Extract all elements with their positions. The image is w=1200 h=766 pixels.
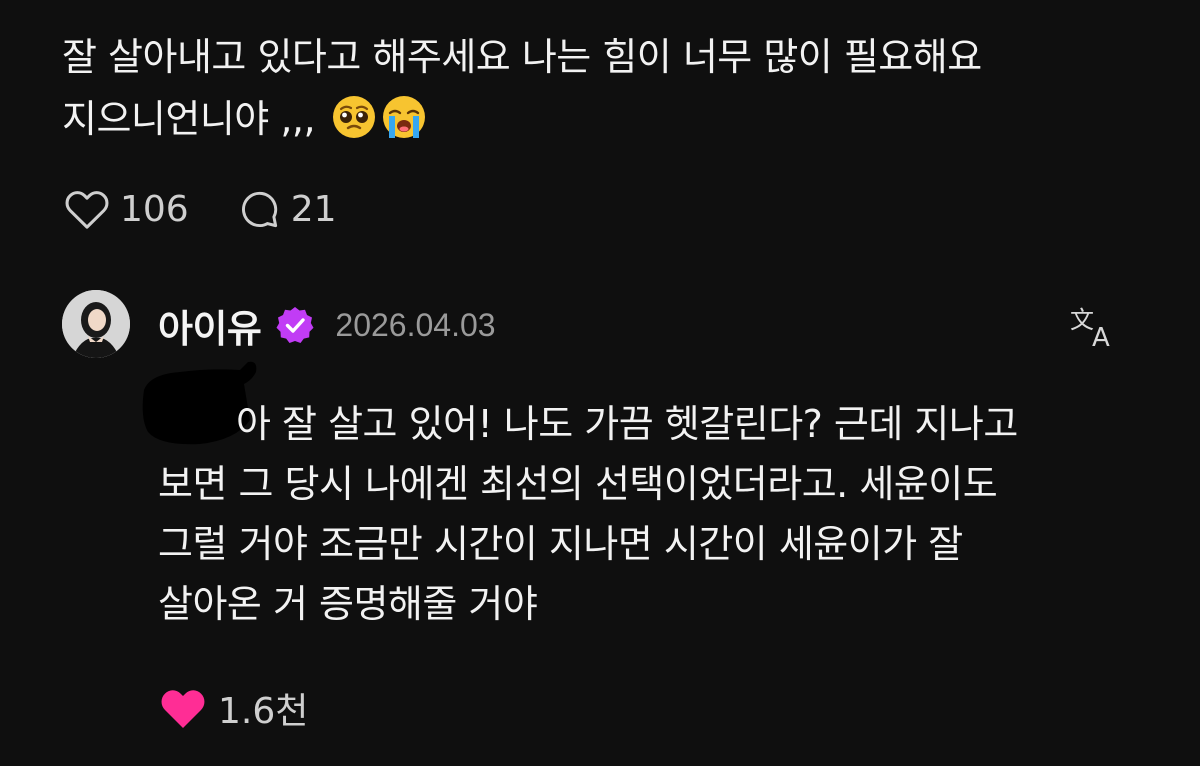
- post-actions: 106 21: [64, 188, 385, 230]
- comment-count: 21: [290, 188, 337, 230]
- pleading-face-emoji-icon: [332, 96, 375, 138]
- reply-body-line-2: 보면 그 당시 나에겐 최선의 선택이었더라고. 세윤이도: [158, 462, 998, 506]
- post-text-line-2-text: 지으니언니야 ,,,: [62, 97, 316, 141]
- avatar[interactable]: [62, 290, 130, 358]
- heart-icon: [65, 191, 109, 229]
- reply-body-line-4: 살아온 거 증명해줄 거야: [158, 582, 538, 626]
- reply-like-button[interactable]: 1.6천: [158, 682, 308, 734]
- username[interactable]: 아이유: [158, 298, 262, 353]
- translate-icon[interactable]: 文 A: [1068, 302, 1122, 350]
- like-button[interactable]: 106: [64, 188, 189, 230]
- post-text-line-1: 잘 살아내고 있다고 해주세요 나는 힘이 너무 많이 필요해요: [62, 35, 982, 79]
- heart-filled-icon: [161, 690, 205, 728]
- verified-badge-icon: [276, 307, 314, 343]
- reply-body-line-1: 아 잘 살고 있어! 나도 가끔 헷갈린다? 근데 지나고: [158, 394, 1148, 454]
- like-count: 106: [120, 188, 189, 230]
- post-text-line-2: 지으니언니야 ,,,: [62, 88, 1162, 150]
- comment-icon: [241, 191, 277, 228]
- comment-button[interactable]: 21: [237, 188, 337, 230]
- reply-date: 2026.04.03: [335, 306, 496, 343]
- reply-body: 아 잘 살고 있어! 나도 가끔 헷갈린다? 근데 지나고 보면 그 당시 나에…: [158, 394, 1148, 634]
- loudly-crying-face-emoji-icon: [382, 96, 425, 138]
- reply-like-count: 1.6천: [218, 691, 309, 732]
- svg-text:A: A: [1092, 323, 1110, 350]
- post-text: 잘 살아내고 있다고 해주세요 나는 힘이 너무 많이 필요해요 지으니언니야 …: [62, 26, 1162, 150]
- svg-text:文: 文: [1070, 306, 1094, 334]
- reply-body-line-3: 그럴 거야 조금만 시간이 지나면 시간이 세윤이가 잘: [158, 522, 963, 566]
- reply-body-line-1-text: 아 잘 살고 있어! 나도 가끔 헷갈린다? 근데 지나고: [236, 402, 1018, 446]
- avatar-image: [62, 290, 130, 358]
- reply-header: 아이유 2026.04.03: [158, 298, 496, 353]
